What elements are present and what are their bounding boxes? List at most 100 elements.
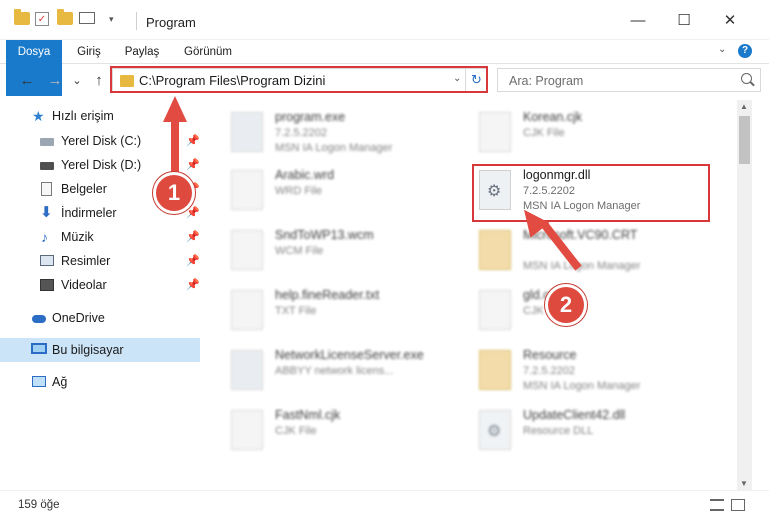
downloads-icon: ⬇ [40,204,53,221]
sidebar-item-label: Yerel Disk (D:) [61,158,142,172]
sidebar-item-label: Belgeler [61,182,107,196]
properties-icon[interactable]: ✓ [35,12,49,26]
file-icon [479,290,511,330]
file-icon [479,112,511,152]
sidebar-item-videos[interactable]: Videolar 📌 [0,273,200,297]
sidebar-item-label: Ağ [52,375,68,389]
vertical-scrollbar[interactable]: ▲ ▼ [737,100,752,490]
file-icon [231,230,263,270]
customize-toolbar-chevron-icon[interactable]: ▾ [109,14,114,25]
new-folder-icon[interactable] [57,9,73,25]
pin-icon[interactable]: 📌 [186,278,200,291]
file-detail: WCM File [275,245,324,257]
documents-icon [41,182,52,196]
scroll-up-icon[interactable]: ▲ [740,102,748,111]
file-icon [231,290,263,330]
sidebar-item-this-pc[interactable]: Bu bilgisayar [0,338,200,362]
title-bar: ✓ ▾ Program — ☐ ✕ [0,0,769,40]
file-detail: MSN IA Logon Manager [523,380,641,392]
sidebar-item-label: Müzik [61,230,94,244]
sidebar-item-label: Videolar [61,278,107,292]
window-title: Program [146,15,196,30]
file-detail: MSN IA Logon Manager [275,142,393,154]
pin-icon[interactable]: 📌 [186,158,200,171]
file-detail: TXT File [275,305,317,317]
sidebar-item-pictures[interactable]: Resimler 📌 [0,249,200,273]
details-view-icon[interactable] [710,499,724,511]
drive-icon [40,138,54,146]
address-highlight-box [110,66,488,93]
sidebar-item-local-disk-c[interactable]: Yerel Disk (C:) 📌 [0,129,200,153]
view-menu-icon[interactable] [79,12,95,24]
file-name: Korean.cjk [523,110,583,124]
search-placeholder[interactable]: Ara: Program [509,74,583,88]
drive-icon [40,162,54,170]
sidebar-item-label: Bu bilgisayar [52,343,124,357]
title-separator [136,12,137,30]
expand-ribbon-chevron-icon[interactable]: ⌄ [718,44,726,55]
star-icon: ★ [32,108,45,124]
help-button[interactable]: ? [738,44,752,58]
ribbon-tabs: Dosya Giriş Paylaş Görünüm [0,40,769,96]
network-icon [32,376,46,387]
item-count: 159 öğe [18,499,60,511]
maximize-button[interactable]: ☐ [674,10,694,30]
sidebar-item-label: İndirmeler [61,206,117,220]
file-name: help.fineReader.txt [275,288,380,302]
onedrive-icon [32,315,46,323]
folder-icon [14,9,30,25]
pin-icon[interactable]: 📌 [186,254,200,267]
scrollbar-thumb[interactable] [739,116,750,164]
file-name: FastNml.cjk [275,408,341,422]
pin-icon[interactable]: 📌 [186,134,200,147]
sidebar-item-label: Yerel Disk (C:) [61,134,142,148]
up-button[interactable]: ↑ [90,70,108,90]
back-button[interactable]: ← [18,70,36,90]
file-name: SndToWP13.wcm [275,228,374,242]
folder-icon [479,230,511,270]
music-icon: ♪ [41,229,48,245]
forward-button[interactable]: → [46,70,64,90]
sidebar-item-label: OneDrive [52,311,105,325]
file-detail: WRD File [275,185,323,197]
dll-file-icon [479,410,511,450]
pin-icon[interactable]: 📌 [186,230,200,243]
file-detail: CJK File [523,127,565,139]
sidebar-item-label: Resimler [61,254,111,268]
recent-locations-button[interactable]: ⌄ [68,70,86,90]
file-icon [231,410,263,450]
sidebar-item-label: Hızlı erişim [52,109,114,123]
file-detail: Resource DLL [523,425,594,437]
file-icon [231,170,263,210]
folder-icon [479,350,511,390]
sidebar-item-network[interactable]: Ağ [0,370,200,394]
scroll-down-icon[interactable]: ▼ [740,479,748,488]
file-detail: MSN IA Logon Manager [523,260,641,272]
file-name: Arabic.wrd [275,168,335,182]
target-file-highlight-box [472,164,710,222]
minimize-button[interactable]: — [628,10,648,30]
sidebar-item-onedrive[interactable]: OneDrive [0,306,200,330]
pictures-icon [40,255,54,266]
step-1-badge: 1 [153,172,195,214]
exe-file-icon [231,350,263,390]
file-name: Resource [523,348,577,362]
search-box[interactable]: Ara: Program [497,68,761,92]
tab-home[interactable]: Giriş [66,40,112,64]
close-button[interactable]: ✕ [720,10,740,30]
tab-share[interactable]: Paylaş [116,40,168,64]
file-name: UpdateClient42.dll [523,408,626,422]
file-list: program.exe 7.2.5.2202 MSN IA Logon Mana… [203,100,737,490]
large-icons-view-icon[interactable] [731,499,745,511]
file-detail: 7.2.5.2202 [523,365,575,377]
file-detail: ABBYY network licens... [275,365,394,377]
file-name: program.exe [275,110,346,124]
step-2-badge: 2 [545,284,587,326]
file-detail: 7.2.5.2202 [275,127,327,139]
sidebar-item-music[interactable]: ♪ Müzik 📌 [0,225,200,249]
file-detail: CJK File [275,425,317,437]
search-icon [741,73,752,84]
file-name: NetworkLicenseServer.exe [275,348,424,362]
tab-view[interactable]: Görünüm [176,40,240,64]
this-pc-icon [31,343,47,354]
